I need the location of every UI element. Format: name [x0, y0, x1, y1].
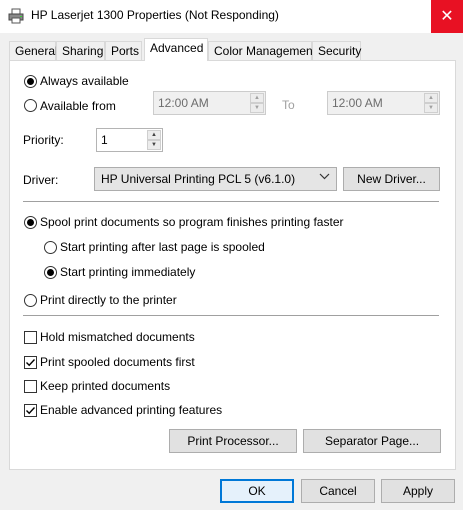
title-bar: HP Laserjet 1300 Properties (Not Respond…	[0, 0, 463, 33]
spin-up-icon[interactable]: ▲	[424, 93, 438, 103]
start-immediately-radio[interactable]	[44, 266, 57, 279]
tab-color-management[interactable]: Color Management	[208, 41, 316, 61]
print-directly-radio[interactable]	[24, 294, 37, 307]
print-directly-label: Print directly to the printer	[40, 293, 177, 307]
after-last-page-radio[interactable]	[44, 241, 57, 254]
tab-sharing[interactable]: Sharing	[56, 41, 105, 61]
keep-printed-label: Keep printed documents	[40, 379, 171, 393]
spin-up-icon[interactable]: ▲	[250, 93, 264, 103]
available-from-radio[interactable]	[24, 99, 37, 112]
driver-selected-value: HP Universal Printing PCL 5 (v6.1.0)	[101, 172, 296, 186]
after-last-page-label: Start printing after last page is spoole…	[60, 240, 265, 254]
from-time-value: 12:00 AM	[158, 96, 209, 110]
spool-label: Spool print documents so program finishe…	[40, 215, 344, 229]
print-spooled-first-label: Print spooled documents first	[40, 355, 195, 369]
tab-advanced[interactable]: Advanced	[144, 38, 208, 61]
advanced-panel: Always available Available from 12:00 AM…	[9, 60, 456, 470]
from-time-spinner[interactable]: 12:00 AM ▲ ▼	[153, 91, 266, 115]
printer-icon	[8, 8, 24, 24]
print-spooled-first-checkbox[interactable]	[24, 356, 37, 369]
window-title: HP Laserjet 1300 Properties (Not Respond…	[31, 8, 279, 22]
always-available-radio[interactable]	[24, 75, 37, 88]
hold-mismatched-label: Hold mismatched documents	[40, 330, 195, 344]
priority-value: 1	[101, 133, 108, 147]
checkmark-icon	[26, 407, 36, 415]
print-processor-button[interactable]: Print Processor...	[169, 429, 297, 453]
spin-down-icon[interactable]: ▼	[147, 140, 161, 150]
priority-spinner[interactable]: 1 ▲ ▼	[96, 128, 163, 152]
spin-up-icon[interactable]: ▲	[147, 130, 161, 140]
to-label: To	[282, 98, 295, 112]
separator-page-button[interactable]: Separator Page...	[303, 429, 441, 453]
driver-label: Driver:	[23, 173, 59, 187]
chevron-down-icon	[319, 171, 330, 185]
always-available-label: Always available	[40, 74, 129, 88]
spool-radio[interactable]	[24, 216, 37, 229]
to-time-value: 12:00 AM	[332, 96, 383, 110]
radio-selected-dot	[27, 219, 34, 226]
new-driver-button[interactable]: New Driver...	[343, 167, 440, 191]
enable-advanced-features-label: Enable advanced printing features	[40, 403, 223, 417]
cancel-button[interactable]: Cancel	[301, 479, 375, 503]
close-button[interactable]: ✕	[431, 0, 463, 33]
keep-printed-checkbox[interactable]	[24, 380, 37, 393]
to-time-spinner[interactable]: 12:00 AM ▲ ▼	[327, 91, 440, 115]
separator-line	[23, 315, 439, 316]
tab-security[interactable]: Security	[312, 41, 361, 61]
available-from-label: Available from	[40, 99, 116, 113]
apply-button[interactable]: Apply	[381, 479, 455, 503]
tab-general[interactable]: General	[9, 41, 58, 61]
checkmark-icon	[26, 359, 36, 367]
spin-down-icon[interactable]: ▼	[250, 103, 264, 113]
ok-button[interactable]: OK	[220, 479, 294, 503]
separator-line	[23, 201, 439, 202]
enable-advanced-features-checkbox[interactable]	[24, 404, 37, 417]
radio-selected-dot	[27, 78, 34, 85]
priority-label: Priority:	[23, 133, 64, 147]
properties-dialog: HP Laserjet 1300 Properties (Not Respond…	[0, 0, 463, 510]
hold-mismatched-checkbox[interactable]	[24, 331, 37, 344]
spin-down-icon[interactable]: ▼	[424, 103, 438, 113]
tab-ports[interactable]: Ports	[105, 41, 142, 61]
close-icon: ✕	[440, 8, 454, 25]
driver-dropdown[interactable]: HP Universal Printing PCL 5 (v6.1.0)	[94, 167, 337, 191]
start-immediately-label: Start printing immediately	[60, 265, 196, 279]
radio-selected-dot	[47, 269, 54, 276]
